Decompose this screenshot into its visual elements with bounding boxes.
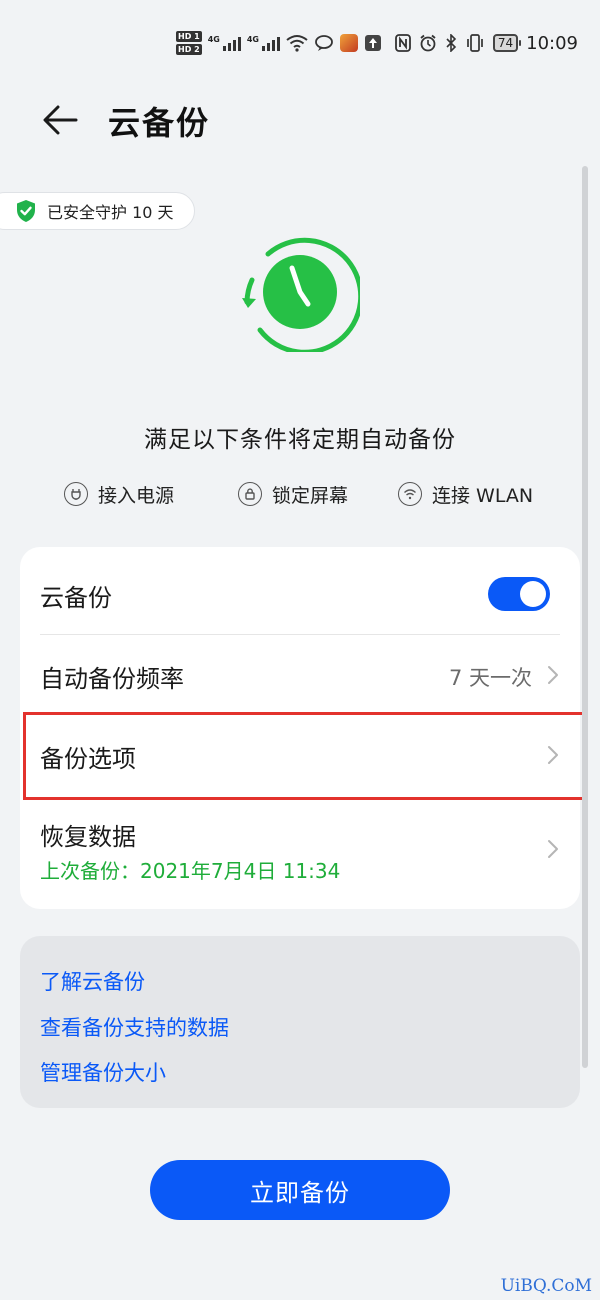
status-bar-left: HD 1 HD 2 4G 4G [176,28,382,58]
highlight-box [23,712,585,800]
status-time: 10:09 [526,32,578,54]
protection-badge: 已安全守护 10 天 [0,192,195,230]
net2-label: 4G [246,35,259,44]
restore-data-label: 恢复数据 [40,823,136,851]
link-learn-cloud-backup[interactable]: 了解云备份 [40,966,145,996]
shield-check-icon [17,200,35,222]
link-manage-backup-size[interactable]: 管理备份大小 [40,1057,166,1087]
cloud-backup-row[interactable]: 云备份 [40,547,560,635]
protection-badge-text: 已安全守护 10 天 [47,203,174,222]
cloud-backup-toggle[interactable] [488,577,550,611]
condition-wlan: 连接 WLAN [398,478,533,510]
wifi-status-icon [286,35,308,52]
upload-icon [364,35,381,51]
back-button[interactable] [40,100,80,140]
nfc-icon [394,34,411,52]
chat-icon [315,35,333,51]
backup-frequency-row[interactable]: 自动备份频率 7 天一次 [40,635,560,715]
backup-clock-icon [242,237,360,352]
wifi-icon [398,482,422,506]
condition-lock-label: 锁定屏幕 [272,484,349,507]
hd2-badge: HD 2 [176,44,202,55]
backup-frequency-label: 自动备份频率 [40,665,184,693]
hd1-badge: HD 1 [176,31,202,42]
alarm-icon [420,34,436,52]
status-bar-right: 74 10:09 [394,28,578,58]
chevron-right-icon [548,666,558,684]
last-backup-time: 上次备份：2021年7月4日 11:34 [40,859,341,883]
link-supported-data[interactable]: 查看备份支持的数据 [40,1012,229,1042]
hd-indicators: HD 1 HD 2 [176,31,202,55]
chevron-right-icon [548,840,558,858]
lock-icon [238,482,262,506]
toggle-knob [520,581,546,607]
watermark: UiBQ.CoM [500,1276,592,1296]
backup-conditions: 接入电源 锁定屏幕 连接 WLAN [0,478,600,510]
signal-1-icon: 4G [208,35,241,51]
backup-frequency-value: 7 天一次 [448,666,532,690]
net1-label: 4G [207,35,220,44]
signal-2-icon: 4G [247,35,280,51]
page-title: 云备份 [108,104,211,142]
game-app-icon [339,34,358,52]
condition-power: 接入电源 [64,478,174,510]
vibrate-icon [466,34,483,52]
arrow-left-icon [43,105,78,135]
battery-indicator: 74 [492,34,522,52]
status-bar: HD 1 HD 2 4G 4G 74 10:09 [0,0,600,88]
bluetooth-icon [446,34,456,52]
cloud-backup-label: 云备份 [40,584,112,612]
power-plug-icon [64,482,88,506]
restore-data-row[interactable]: 恢复数据 上次备份：2021年7月4日 11:34 [40,795,560,909]
auto-backup-subtitle: 满足以下条件将定期自动备份 [144,427,456,453]
condition-power-label: 接入电源 [98,484,175,507]
backup-now-button[interactable]: 立即备份 [150,1160,450,1220]
scrollbar[interactable] [582,166,588,1068]
condition-wlan-label: 连接 WLAN [432,484,534,507]
help-links-card: 了解云备份 查看备份支持的数据 管理备份大小 [20,936,580,1108]
condition-lock: 锁定屏幕 [238,478,348,510]
